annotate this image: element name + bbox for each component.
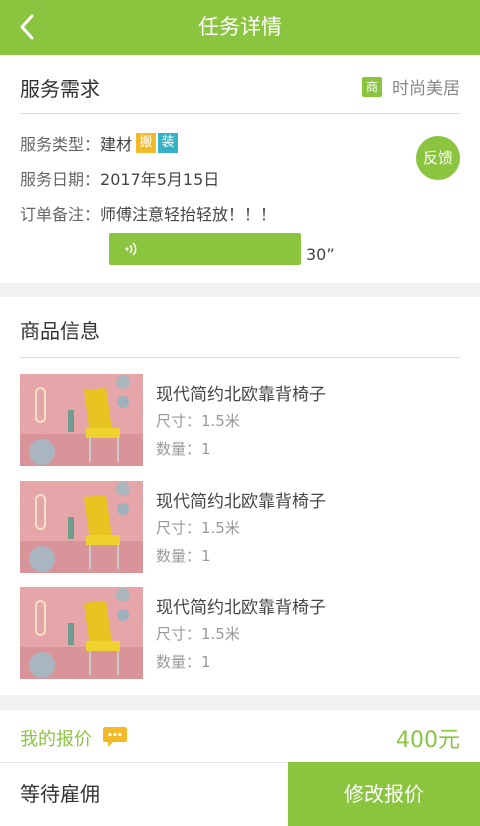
service-type-row: 服务类型： 建材 搬 装: [20, 131, 179, 155]
list-item[interactable]: 现代简约北欧靠背椅子 尺寸：1.5米 数量：1: [20, 481, 460, 573]
my-quote-label: 我的报价: [20, 729, 92, 750]
service-date-value: 2017年5月15日: [100, 170, 220, 189]
voice-duration: 30”: [306, 245, 335, 264]
product-image: [20, 587, 143, 679]
list-item[interactable]: 现代简约北欧靠背椅子 尺寸：1.5米 数量：1: [20, 374, 460, 466]
voice-message-button[interactable]: [109, 233, 301, 265]
order-note-value: 师傅注意轻抬轻放！！！: [100, 205, 277, 224]
merchant-info[interactable]: 商 时尚美居: [362, 74, 460, 99]
chat-bubble-icon[interactable]: [102, 726, 128, 748]
product-size: 尺寸：1.5米: [156, 412, 240, 430]
merchant-tag: 商: [362, 76, 382, 97]
service-date-row: 服务日期： 2017年5月15日: [20, 166, 219, 190]
page-title: 任务详情: [198, 15, 282, 39]
feedback-button[interactable]: 反馈: [416, 136, 460, 180]
voice-wave-icon: [125, 242, 137, 256]
service-tag-move: 搬: [136, 133, 157, 153]
order-note-label: 订单备注：: [20, 205, 101, 224]
product-name: 现代简约北欧靠背椅子: [156, 385, 326, 405]
service-requirement-card: 服务需求 商 时尚美居 服务类型： 建材 搬 装 服务日期： 2017年5月15…: [0, 55, 480, 283]
product-size: 尺寸：1.5米: [156, 625, 240, 643]
product-image: [20, 374, 143, 466]
product-quantity: 数量：1: [156, 547, 211, 565]
product-name: 现代简约北欧靠背椅子: [156, 492, 326, 512]
service-type-label: 服务类型：: [20, 135, 101, 154]
bottom-bar: 等待雇佣 修改报价: [0, 762, 480, 826]
app-header: 任务详情: [0, 0, 480, 55]
order-status: 等待雇佣: [20, 782, 100, 806]
service-type-value: 建材: [100, 135, 133, 154]
divider: [20, 113, 460, 114]
order-note-row: 订单备注： 师傅注意轻抬轻放！！！: [20, 201, 276, 225]
quote-price: 400元: [396, 728, 460, 753]
my-quote-row: 我的报价 400元: [0, 710, 480, 762]
modify-quote-button[interactable]: 修改报价: [288, 762, 480, 826]
service-date-label: 服务日期：: [20, 170, 101, 189]
product-image: [20, 481, 143, 573]
section-title-goods: 商品信息: [20, 319, 100, 343]
list-item[interactable]: 现代简约北欧靠背椅子 尺寸：1.5米 数量：1: [20, 587, 460, 679]
section-title-requirement: 服务需求: [20, 77, 100, 101]
divider: [20, 357, 460, 358]
product-quantity: 数量：1: [156, 440, 211, 458]
product-quantity: 数量：1: [156, 653, 211, 671]
service-tag-install: 装: [158, 133, 179, 153]
goods-info-card: 商品信息 现代简约北欧靠背椅子 尺寸：1.5米 数量：1 现代简约北欧靠背椅子 …: [0, 297, 480, 695]
product-name: 现代简约北欧靠背椅子: [156, 598, 326, 618]
product-size: 尺寸：1.5米: [156, 519, 240, 537]
merchant-name: 时尚美居: [392, 79, 460, 99]
